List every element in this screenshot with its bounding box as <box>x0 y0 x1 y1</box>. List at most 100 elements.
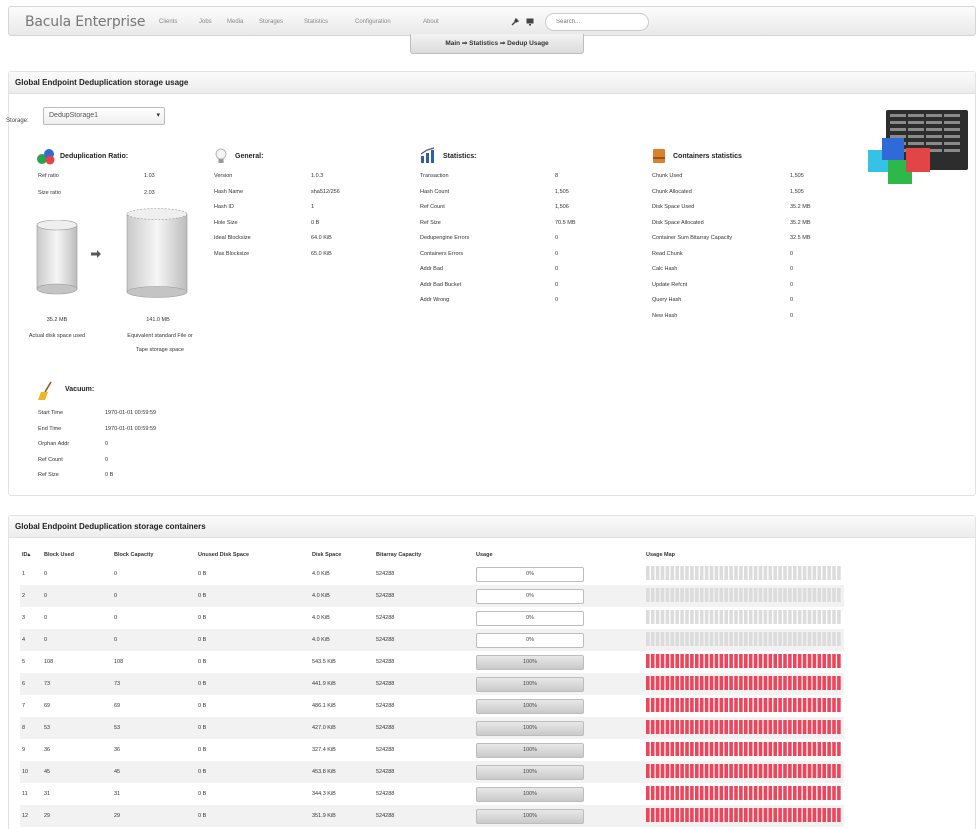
col-unused-disk-space[interactable]: Unused Disk Space <box>196 547 310 563</box>
usage-map-cell <box>832 808 836 822</box>
table-row[interactable]: 11 31 31 0 B 344.3 KiB 524288 100% <box>20 783 844 805</box>
brand-logo[interactable]: Bacula Enterprise <box>25 14 145 30</box>
usage-map-strip <box>646 632 841 646</box>
usage-map-cell <box>734 698 738 712</box>
col-usage[interactable]: Usage <box>474 547 644 563</box>
table-row[interactable]: 7 69 69 0 B 486.1 KiB 524288 100% <box>20 695 844 717</box>
usage-map-cell <box>709 720 714 734</box>
table-row[interactable]: 8 53 53 0 B 427.0 KiB 524288 100% <box>20 717 844 739</box>
col-bitarray-capacity[interactable]: Bitarray Capacity <box>374 547 474 563</box>
nav-about[interactable]: About <box>423 19 439 25</box>
kv-value: 0 <box>790 266 794 272</box>
col-usage-map[interactable]: Usage Map <box>644 547 844 563</box>
table-row[interactable]: 1 0 0 0 B 4.0 KiB 524288 0% <box>20 563 844 585</box>
kv-value: 1,506 <box>555 204 569 210</box>
usage-map-cell <box>714 654 719 668</box>
usage-map-cell <box>734 786 738 800</box>
nav-configuration[interactable]: Configuration <box>355 19 391 25</box>
kv-key: Ideal Blocksize <box>214 235 251 241</box>
usage-map-strip <box>646 764 841 778</box>
usage-map-cell <box>827 698 831 712</box>
col-block-used[interactable]: Block Used <box>42 547 112 563</box>
cell-id: 12 <box>20 805 42 827</box>
usage-map-cell <box>719 676 724 690</box>
usage-map-cell <box>665 698 670 712</box>
usage-map-cell <box>827 588 831 602</box>
usage-map-cell <box>753 588 758 602</box>
col-block-capacity[interactable]: Block Capacity <box>112 547 196 563</box>
cell-disk: 351.9 KiB <box>310 805 374 827</box>
usage-map-cell <box>773 610 777 624</box>
usage-map-cell <box>675 720 679 734</box>
table-row[interactable]: 5 108 108 0 B 543.5 KiB 524288 100% <box>20 651 844 673</box>
usage-map-cell <box>660 632 665 646</box>
usage-map-cell <box>837 566 841 580</box>
statistics-chart-icon <box>420 147 435 163</box>
cell-used: 31 <box>44 791 51 797</box>
usage-map-cell <box>719 720 724 734</box>
usage-map-cell <box>817 808 822 822</box>
usage-map-cell <box>822 808 826 822</box>
usage-map-cell <box>699 742 704 756</box>
usage-map-cell <box>739 786 743 800</box>
usage-map-cell <box>744 698 748 712</box>
table-row[interactable]: 4000 B 4.0 KiB 524288 0% <box>20 629 844 651</box>
table-row[interactable]: 6 73 73 0 B 441.9 KiB 524288 100% <box>20 673 844 695</box>
table-row[interactable]: 3 0 0 0 B 4.0 KiB 524288 0% <box>20 607 844 629</box>
usage-map-cell <box>837 698 841 712</box>
usage-map-cell <box>783 742 787 756</box>
table-row[interactable]: 2000 B 4.0 KiB 524288 0% <box>20 585 844 607</box>
usage-map-cell <box>719 742 724 756</box>
usage-map-cell <box>778 676 782 690</box>
cell-used: 0 <box>44 615 48 621</box>
usage-map-cell <box>734 808 738 822</box>
usage-map-cell <box>665 610 670 624</box>
breadcrumb: Main ⇒ Statistics ⇒ Dedup Usage <box>410 34 584 54</box>
usage-map-cell <box>788 764 792 778</box>
nav-storages[interactable]: Storages <box>259 19 283 25</box>
usage-map-cell <box>788 632 792 646</box>
usage-progress-bar: 0% <box>476 610 584 626</box>
cell-disk: 4.0 KiB <box>312 571 330 577</box>
wrench-icon[interactable] <box>511 18 519 26</box>
monitor-icon[interactable] <box>526 18 534 26</box>
col-disk-space[interactable]: Disk Space <box>310 547 374 563</box>
cell-usage-map <box>644 783 844 805</box>
usage-map-cell <box>685 588 689 602</box>
usage-map-cell <box>822 676 826 690</box>
usage-map-cell <box>646 720 650 734</box>
usage-map-cell <box>827 610 831 624</box>
usage-map-cell <box>646 632 650 646</box>
nav-jobs[interactable]: Jobs <box>199 19 212 25</box>
col-id[interactable]: ID▴ <box>20 547 42 563</box>
usage-map-cell <box>832 588 836 602</box>
usage-map-cell <box>709 676 714 690</box>
cell-used: 108 <box>44 659 54 665</box>
usage-map-cell <box>685 610 689 624</box>
usage-map-cell <box>817 698 822 712</box>
nav-statistics[interactable]: Statistics <box>304 19 328 25</box>
usage-map-cell <box>690 808 694 822</box>
nav-clients[interactable]: Clients <box>159 19 177 25</box>
usage-map-cell <box>788 676 792 690</box>
usage-map-cell <box>675 610 679 624</box>
usage-map-cell <box>729 654 733 668</box>
table-row[interactable]: 10 45 45 0 B 453.8 KiB 524288 100% <box>20 761 844 783</box>
kv-key: Start Time <box>38 410 64 416</box>
table-row[interactable]: 12 29 29 0 B 351.9 KiB 524288 100% <box>20 805 844 827</box>
usage-map-cell <box>704 808 709 822</box>
usage-map-cell <box>650 610 655 624</box>
search-input[interactable] <box>545 13 649 31</box>
usage-map-cell <box>729 720 733 734</box>
usage-map-cell <box>744 742 748 756</box>
table-row[interactable]: 9 36 36 0 B 327.4 KiB 524288 100% <box>20 739 844 761</box>
cell-disk: 344.3 KiB <box>312 791 336 797</box>
kv-key: Ref ratio <box>38 173 59 179</box>
usage-map-cell <box>807 676 812 690</box>
usage-map-cell <box>778 786 782 800</box>
usage-map-cell <box>646 588 650 602</box>
usage-map-cell <box>763 610 768 624</box>
usage-map-cell <box>729 764 733 778</box>
storage-select[interactable]: DedupStorage1 ▾ <box>43 107 165 125</box>
nav-media[interactable]: Media <box>227 19 243 25</box>
